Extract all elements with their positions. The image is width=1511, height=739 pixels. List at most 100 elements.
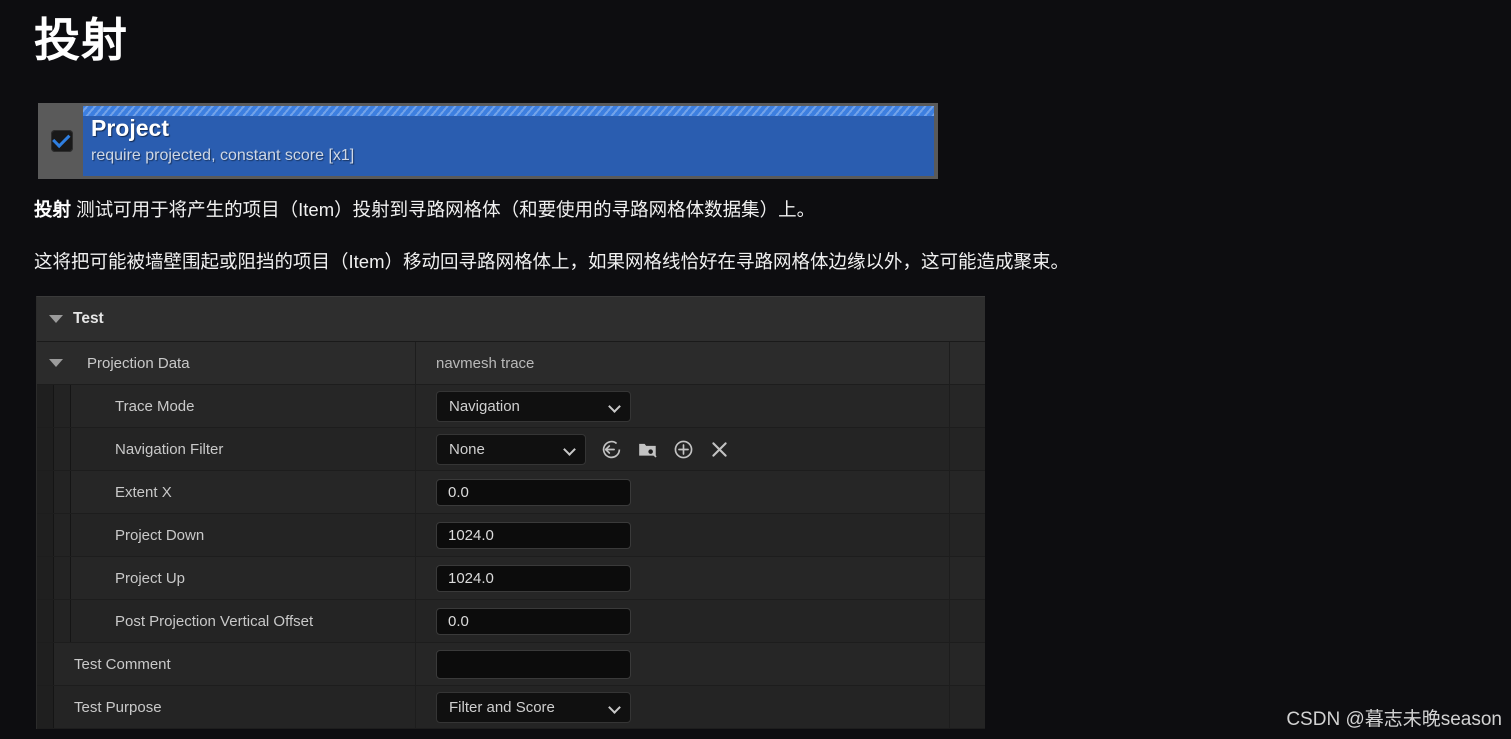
row-name-cell: Test Purpose: [37, 686, 416, 728]
description-paragraph-1: 投射 测试可用于将产生的项目（Item）投射到寻路网格体（和要使用的寻路网格体数…: [34, 197, 815, 223]
navigation-filter-value: None: [449, 440, 485, 458]
check-icon: [52, 129, 71, 149]
node-body[interactable]: Project require projected, constant scor…: [83, 106, 934, 176]
row-tail-cell: [950, 600, 985, 642]
test-comment-input[interactable]: [436, 649, 631, 679]
project-up-input[interactable]: 1024.0: [436, 564, 631, 592]
row-label: Test: [73, 310, 104, 327]
row-value-cell: None: [416, 428, 950, 470]
row-value-cell: Navigation: [416, 385, 950, 427]
row-tail-cell: [950, 557, 985, 599]
row-name-cell: Navigation Filter: [37, 428, 416, 470]
behavior-tree-node-card[interactable]: Project require projected, constant scor…: [38, 103, 938, 179]
details-row-test-comment[interactable]: Test Comment: [37, 643, 985, 686]
row-label: Navigation Filter: [115, 440, 224, 458]
row-value-cell: 0.0: [416, 471, 950, 513]
indent-gutter: [54, 557, 71, 599]
chevron-down-icon[interactable]: [49, 315, 63, 323]
node-stripe-decoration: [83, 106, 934, 116]
row-name-cell: Project Down: [37, 514, 416, 556]
indent-gutter: [54, 600, 71, 642]
details-row-trace-mode[interactable]: Trace Mode Navigation: [37, 385, 985, 428]
clear-asset-icon[interactable]: [708, 438, 731, 461]
trace-mode-value: Navigation: [449, 397, 520, 415]
indent-gutter: [37, 471, 54, 513]
chevron-down-icon: [565, 444, 576, 455]
row-label: Extent X: [115, 483, 172, 501]
test-purpose-value: Filter and Score: [449, 698, 555, 716]
extent-x-value: 0.0: [448, 483, 469, 501]
page-title: 投射: [34, 14, 128, 66]
row-value-cell: [416, 297, 985, 341]
details-row-test-category[interactable]: Test: [37, 297, 985, 342]
row-tail-cell: [950, 471, 985, 513]
details-row-extent-x[interactable]: Extent X 0.0: [37, 471, 985, 514]
row-name-cell: Extent X: [37, 471, 416, 513]
row-name-cell: Trace Mode: [37, 385, 416, 427]
description-paragraph-2: 这将把可能被墙壁围起或阻挡的项目（Item）移动回寻路网格体上，如果网格线恰好在…: [34, 251, 1069, 272]
details-row-post-projection-vertical-offset[interactable]: Post Projection Vertical Offset 0.0: [37, 600, 985, 643]
indent-gutter: [54, 471, 71, 513]
new-asset-icon[interactable]: [672, 438, 695, 461]
use-selected-asset-icon[interactable]: [600, 438, 623, 461]
details-row-project-up[interactable]: Project Up 1024.0: [37, 557, 985, 600]
row-tail-cell: [950, 686, 985, 728]
row-tail-cell: [950, 643, 985, 685]
chevron-down-icon: [610, 702, 621, 713]
project-down-input[interactable]: 1024.0: [436, 521, 631, 549]
row-label: Projection Data: [87, 354, 190, 372]
row-label: Test Purpose: [74, 698, 162, 716]
asset-action-buttons: [600, 438, 731, 461]
details-row-project-down[interactable]: Project Down 1024.0: [37, 514, 985, 557]
navigation-filter-dropdown[interactable]: None: [436, 433, 586, 465]
row-tail-cell: [950, 514, 985, 556]
extent-x-input[interactable]: 0.0: [436, 478, 631, 506]
row-label: Project Up: [115, 569, 186, 587]
project-up-value: 1024.0: [448, 569, 494, 587]
details-row-test-purpose[interactable]: Test Purpose Filter and Score: [37, 686, 985, 729]
indent-gutter: [37, 643, 54, 685]
project-down-value: 1024.0: [448, 526, 494, 544]
description-paragraph-1-text: 测试可用于将产生的项目（Item）投射到寻路网格体（和要使用的寻路网格体数据集）…: [71, 199, 816, 220]
chevron-down-icon[interactable]: [49, 359, 63, 367]
row-tail-cell: [950, 428, 985, 470]
projection-data-value: navmesh trace: [436, 354, 535, 372]
post-projection-vertical-offset-value: 0.0: [448, 612, 469, 630]
row-value-cell: [416, 643, 950, 685]
row-label: Trace Mode: [115, 397, 195, 415]
row-name-cell: Test Comment: [37, 643, 416, 685]
details-panel: Test Projection Data navmesh trace Trace…: [36, 296, 985, 729]
trace-mode-dropdown[interactable]: Navigation: [436, 390, 631, 422]
details-row-projection-data[interactable]: Projection Data navmesh trace: [37, 342, 985, 385]
row-value-cell: Filter and Score: [416, 686, 950, 728]
indent-gutter: [37, 557, 54, 599]
node-checkbox-area[interactable]: [41, 129, 83, 152]
indent-gutter: [54, 385, 71, 427]
node-title: Project: [91, 115, 169, 141]
indent-gutter: [37, 428, 54, 470]
row-value-cell: 1024.0: [416, 557, 950, 599]
indent-gutter: [54, 428, 71, 470]
row-label: Project Down: [115, 526, 205, 544]
post-projection-vertical-offset-input[interactable]: 0.0: [436, 607, 631, 635]
row-name-cell: Post Projection Vertical Offset: [37, 600, 416, 642]
chevron-down-icon: [610, 401, 621, 412]
row-value-cell: 0.0: [416, 600, 950, 642]
indent-gutter: [37, 686, 54, 728]
indent-gutter: [37, 600, 54, 642]
indent-gutter: [54, 514, 71, 556]
indent-gutter: [37, 514, 54, 556]
row-name-cell: Project Up: [37, 557, 416, 599]
details-row-navigation-filter[interactable]: Navigation Filter None: [37, 428, 985, 471]
test-purpose-dropdown[interactable]: Filter and Score: [436, 691, 631, 723]
indent-gutter: [37, 385, 54, 427]
browse-to-asset-icon[interactable]: [636, 438, 659, 461]
description-lead-term: 投射: [34, 199, 72, 220]
node-enabled-checkbox[interactable]: [51, 129, 73, 152]
row-tail-cell: [950, 385, 985, 427]
row-value-cell: 1024.0: [416, 514, 950, 556]
row-name-cell: Projection Data: [37, 342, 416, 384]
row-label: Test Comment: [74, 655, 171, 673]
row-label: Post Projection Vertical Offset: [115, 612, 314, 630]
row-name-cell: Test: [37, 297, 416, 341]
